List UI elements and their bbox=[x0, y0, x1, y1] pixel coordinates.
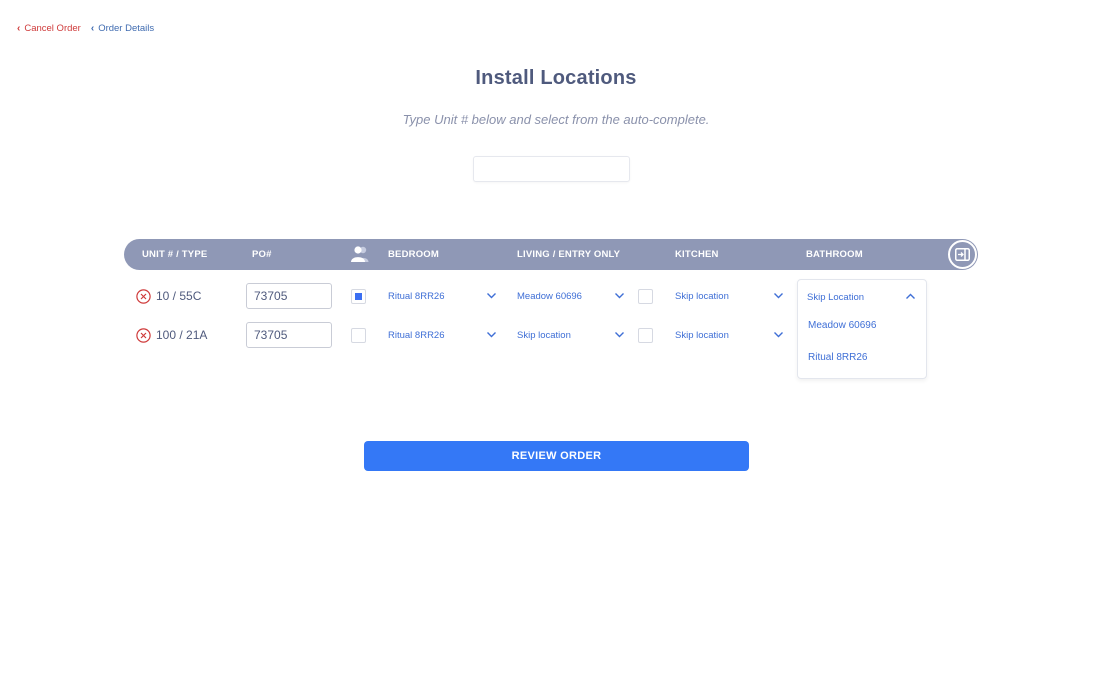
unit-type-label: 10 / 55C bbox=[156, 289, 202, 303]
chevron-left-icon: ‹ bbox=[17, 22, 21, 34]
bedroom-select-value: Ritual 8RR26 bbox=[388, 291, 445, 302]
collapse-panel-button[interactable] bbox=[948, 240, 977, 269]
living-checkbox[interactable] bbox=[638, 289, 653, 304]
table-header: UNIT # / TYPE PO# BEDROOM LIVING / ENTRY… bbox=[124, 239, 978, 270]
order-details-link[interactable]: ‹ Order Details bbox=[91, 23, 154, 34]
living-select[interactable]: Skip location bbox=[517, 322, 627, 348]
review-order-button[interactable]: REVIEW ORDER bbox=[364, 441, 749, 471]
bathroom-dropdown: Skip Location Meadow 60696 Ritual 8RR26 bbox=[797, 279, 927, 379]
po-number-input[interactable] bbox=[246, 283, 332, 309]
page-subtitle: Type Unit # below and select from the au… bbox=[402, 112, 710, 127]
cancel-order-link[interactable]: ‹ Cancel Order bbox=[17, 23, 81, 34]
unit-type-label: 100 / 21A bbox=[156, 328, 208, 342]
chevron-down-icon bbox=[774, 293, 783, 299]
cancel-order-label: Cancel Order bbox=[24, 23, 81, 34]
dropdown-option[interactable]: Meadow 60696 bbox=[808, 320, 876, 331]
chevron-down-icon bbox=[487, 332, 496, 338]
dropdown-option[interactable]: Ritual 8RR26 bbox=[808, 352, 867, 363]
living-select-value: Meadow 60696 bbox=[517, 291, 582, 302]
header-po: PO# bbox=[252, 249, 272, 260]
living-select-value: Skip location bbox=[517, 330, 571, 341]
header-bedroom: BEDROOM bbox=[388, 249, 440, 260]
kitchen-select-value: Skip location bbox=[675, 330, 729, 341]
header-living-entry: LIVING / ENTRY ONLY bbox=[517, 249, 621, 260]
header-unit-type: UNIT # / TYPE bbox=[142, 249, 208, 260]
bedroom-checkbox[interactable] bbox=[351, 328, 366, 343]
chevron-down-icon bbox=[774, 332, 783, 338]
bedroom-select[interactable]: Ritual 8RR26 bbox=[388, 283, 498, 309]
chevron-down-icon bbox=[615, 293, 624, 299]
chevron-left-icon: ‹ bbox=[90, 22, 95, 34]
living-select[interactable]: Meadow 60696 bbox=[517, 283, 627, 309]
remove-circle-icon[interactable] bbox=[136, 328, 151, 343]
living-checkbox[interactable] bbox=[638, 328, 653, 343]
chevron-down-icon bbox=[487, 293, 496, 299]
collapse-panel-icon bbox=[955, 248, 970, 261]
bedroom-checkbox[interactable] bbox=[351, 289, 366, 304]
unit-search-input[interactable] bbox=[473, 156, 630, 182]
top-navigation: ‹ Cancel Order ‹ Order Details bbox=[17, 23, 154, 34]
chevron-up-icon[interactable] bbox=[905, 291, 916, 302]
bedroom-select[interactable]: Ritual 8RR26 bbox=[388, 322, 498, 348]
po-number-input[interactable] bbox=[246, 322, 332, 348]
kitchen-select[interactable]: Skip location bbox=[675, 283, 785, 309]
page-title: Install Locations bbox=[475, 67, 637, 89]
kitchen-select-value: Skip location bbox=[675, 291, 729, 302]
chevron-down-icon bbox=[615, 332, 624, 338]
header-kitchen: KITCHEN bbox=[675, 249, 719, 260]
order-details-label: Order Details bbox=[98, 23, 155, 34]
person-group-icon bbox=[351, 246, 369, 262]
header-bathroom: BATHROOM bbox=[806, 249, 863, 260]
bedroom-select-value: Ritual 8RR26 bbox=[388, 330, 445, 341]
kitchen-select[interactable]: Skip location bbox=[675, 322, 785, 348]
remove-circle-icon[interactable] bbox=[136, 289, 151, 304]
bathroom-select-value[interactable]: Skip Location bbox=[807, 292, 864, 303]
